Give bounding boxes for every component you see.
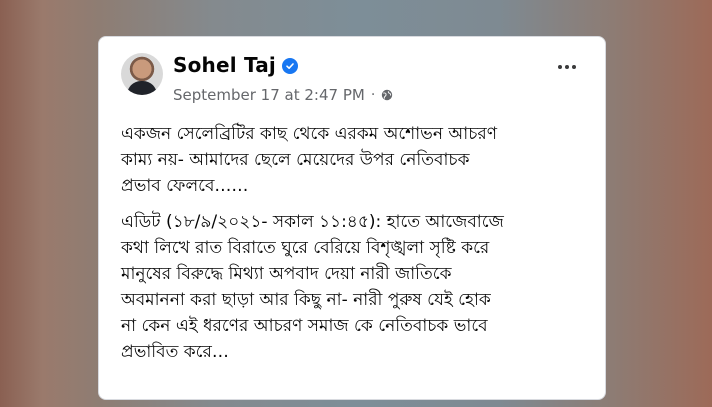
avatar-shirt — [127, 81, 157, 95]
post-timestamp[interactable]: September 17 at 2:47 PM — [173, 86, 365, 104]
more-dot — [565, 65, 569, 69]
author-name[interactable]: Sohel Taj — [173, 53, 276, 77]
author-avatar[interactable] — [121, 53, 163, 95]
author-name-row: Sohel Taj — [173, 53, 298, 77]
meta-separator: · — [370, 87, 376, 103]
more-dot — [558, 65, 562, 69]
more-options-icon[interactable] — [553, 57, 581, 77]
post-header: Sohel Taj September 17 at 2:47 PM · — [99, 37, 605, 117]
verified-badge-icon — [281, 58, 298, 74]
more-dot — [572, 65, 576, 69]
post-content: একজন সেলেব্রিটির কাছ থেকে এরকম অশোভন আচর… — [121, 121, 591, 375]
post-paragraph: এডিট (১৮/৯/২০২১- সকাল ১১:৪৫): হাতে আজেবা… — [121, 212, 504, 362]
post-paragraph: একজন সেলেব্রিটির কাছ থেকে এরকম অশোভন আচর… — [121, 124, 498, 196]
facebook-post-card: Sohel Taj September 17 at 2:47 PM · একজন… — [98, 36, 606, 400]
globe-icon[interactable] — [381, 89, 393, 101]
post-meta: September 17 at 2:47 PM · — [173, 86, 393, 104]
